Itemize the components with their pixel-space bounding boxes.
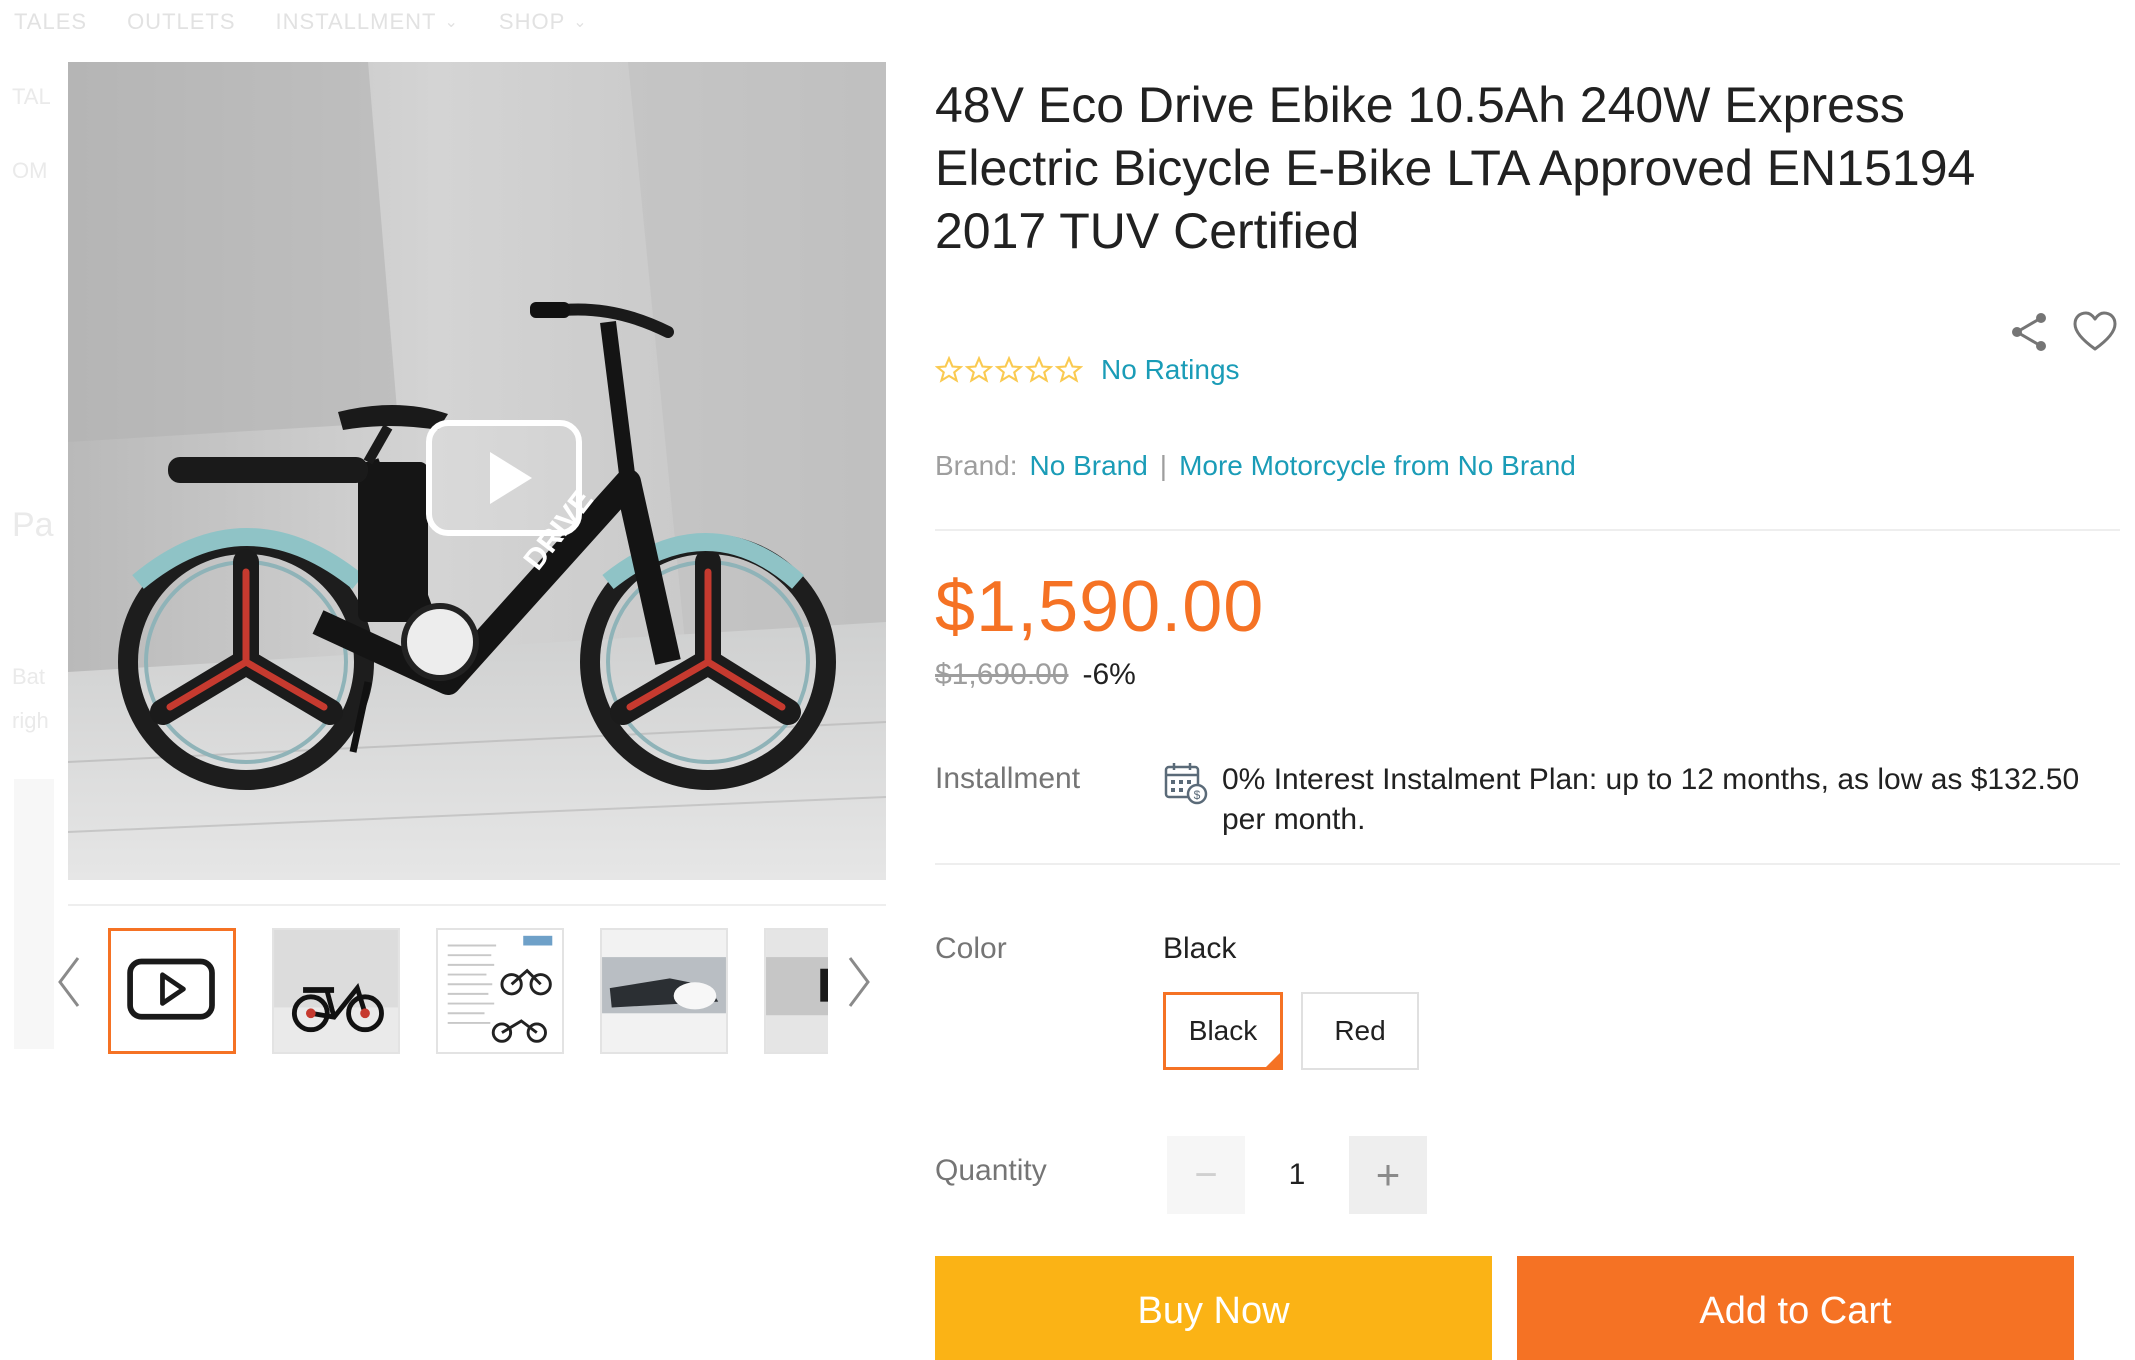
- installment-text: 0% Interest Instalment Plan: up to 12 mo…: [1222, 763, 2080, 836]
- main-product-image[interactable]: DRIVE: [68, 62, 886, 880]
- add-to-cart-button[interactable]: Add to Cart: [1517, 1256, 2074, 1360]
- quantity-label: Quantity: [935, 1154, 1047, 1187]
- bike-thumb-image: [274, 930, 398, 1052]
- detail-thumb-image: [602, 930, 726, 1052]
- thumbnail-bike[interactable]: [272, 928, 400, 1054]
- rail-fragment: TAL: [12, 84, 51, 109]
- buy-now-button[interactable]: Buy Now: [935, 1256, 1492, 1360]
- share-icon[interactable]: [2005, 308, 2053, 356]
- left-rail: TAL OM Pa Bat righ: [0, 44, 62, 1144]
- color-label: Color: [935, 932, 1007, 965]
- share-wishlist-row: [2005, 308, 2119, 356]
- plus-icon: +: [1375, 1151, 1401, 1198]
- product-gallery: DRIVE: [58, 62, 886, 1054]
- nav-item-tales[interactable]: TALES: [14, 9, 87, 35]
- play-icon: [127, 958, 215, 1020]
- thumbnail-spec-sheet[interactable]: [436, 928, 564, 1054]
- color-option-black[interactable]: Black: [1163, 992, 1283, 1070]
- rail-fragment: Bat: [12, 664, 46, 689]
- product-title: 48V Eco Drive Ebike 10.5Ah 240W Express …: [935, 77, 1976, 259]
- nav-item-shop[interactable]: SHOP ⌄: [499, 9, 588, 35]
- installment-label: Installment: [935, 762, 1081, 795]
- calendar-dollar-icon: $: [1164, 763, 1208, 805]
- nav-item-outlets[interactable]: OUTLETS: [127, 9, 235, 35]
- quantity-decrement-button[interactable]: −: [1167, 1136, 1245, 1214]
- top-nav: TALES OUTLETS INSTALLMENT ⌄ SHOP ⌄: [0, 0, 2135, 44]
- discount-badge: -6%: [1082, 658, 1136, 691]
- thumbnail-partial[interactable]: [764, 928, 828, 1054]
- color-option-red[interactable]: Red: [1301, 992, 1419, 1070]
- minus-icon: −: [1194, 1152, 1218, 1197]
- current-price: $1,590.00: [935, 567, 1265, 647]
- quantity-input[interactable]: 1: [1245, 1136, 1349, 1214]
- chevron-right-icon[interactable]: [844, 954, 874, 1010]
- thumbnail-video[interactable]: [108, 928, 236, 1054]
- rail-fragment: Pa: [12, 506, 54, 544]
- spec-sheet-thumb-image: [438, 930, 562, 1052]
- ratings-link[interactable]: No Ratings: [1101, 354, 1240, 386]
- star-outline-icon: [995, 356, 1023, 383]
- selected-color-value: Black: [1163, 932, 1237, 965]
- divider: [935, 529, 2120, 531]
- brand-link[interactable]: No Brand: [1030, 450, 1148, 482]
- star-outline-icon: [1025, 356, 1053, 383]
- original-price: $1,690.00: [935, 658, 1069, 691]
- more-from-brand-link[interactable]: More Motorcycle from No Brand: [1179, 450, 1576, 482]
- svg-text:$: $: [1194, 788, 1201, 802]
- play-video-button[interactable]: [426, 420, 582, 536]
- rail-fragment: OM: [12, 158, 48, 183]
- rating-row: No Ratings: [935, 354, 1240, 386]
- rail-fragment: righ: [12, 708, 49, 733]
- selected-check-icon: [1263, 1050, 1283, 1070]
- chevron-down-icon: ⌄: [573, 14, 588, 31]
- partial-thumb-image: [766, 930, 828, 1052]
- brand-separator: |: [1159, 450, 1168, 481]
- divider: [935, 863, 2120, 865]
- thumbnail-detail[interactable]: [600, 928, 728, 1054]
- heart-icon[interactable]: [2071, 308, 2119, 356]
- star-outline-icon: [965, 356, 993, 383]
- original-price-row: $1,690.00 -6%: [935, 658, 1136, 692]
- star-outline-icon: [935, 356, 963, 383]
- thumbnail-strip: [58, 906, 886, 1054]
- thumbnails: [108, 928, 828, 1056]
- brand-row: Brand: No Brand | More Motorcycle from N…: [935, 450, 1576, 482]
- quantity-increment-button[interactable]: +: [1349, 1136, 1427, 1214]
- star-outline-icon: [1055, 356, 1083, 383]
- product-info: 48V Eco Drive Ebike 10.5Ah 240W Express …: [935, 74, 2120, 1360]
- rail-block: [14, 779, 54, 1049]
- brand-label: Brand:: [935, 450, 1018, 481]
- rating-stars: [935, 356, 1083, 384]
- nav-item-installment[interactable]: INSTALLMENT ⌄: [276, 9, 459, 35]
- chevron-down-icon: ⌄: [444, 14, 459, 31]
- chevron-left-icon[interactable]: [54, 954, 84, 1010]
